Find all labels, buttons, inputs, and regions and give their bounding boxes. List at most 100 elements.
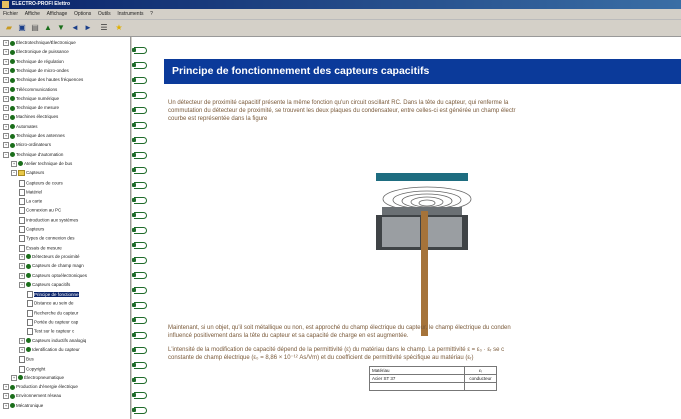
field-line (410, 196, 444, 208)
tree-item[interactable]: + Capteurs inductifs analogiq (19, 337, 86, 344)
tree-item[interactable]: − Capteurs (11, 170, 44, 177)
tree-item[interactable]: + Électropneumatique (11, 374, 64, 381)
menu-item[interactable]: Instruments (117, 11, 143, 17)
tree-item[interactable]: Matériel (19, 188, 42, 196)
tree-item-label: Test sur le capteur c (34, 328, 75, 334)
menu-item[interactable]: ? (150, 11, 153, 17)
expand-icon[interactable]: + (3, 402, 9, 409)
tree-item[interactable]: Introduction aux systèmes (19, 216, 78, 224)
expand-icon[interactable]: + (3, 393, 9, 400)
expand-icon[interactable]: + (3, 95, 9, 102)
tree-item[interactable]: + Production d'énergie électrique (3, 384, 78, 391)
print-icon[interactable]: ▤ (30, 23, 40, 33)
collapse-icon[interactable]: − (11, 170, 17, 177)
expand-icon[interactable]: + (19, 253, 25, 260)
expand-icon[interactable]: + (19, 346, 25, 353)
tree-item[interactable]: + Technique des antennes (3, 133, 65, 139)
expand-icon[interactable]: + (3, 40, 9, 46)
binder-ring-icon (132, 167, 147, 174)
expand-icon[interactable]: + (11, 160, 17, 167)
tree-item[interactable]: + Technique des hautes fréquences (3, 77, 83, 84)
page-icon (19, 356, 25, 364)
book-icon (10, 384, 15, 390)
tree-item[interactable]: + Détecteurs de proximité (19, 253, 80, 260)
title-bar: ELECTRO-PROFI Elettro (0, 0, 681, 9)
expand-icon[interactable]: + (3, 114, 9, 121)
binder-ring-icon (132, 287, 147, 294)
expand-icon[interactable]: + (3, 105, 9, 112)
expand-icon[interactable]: + (11, 374, 17, 381)
expand-icon[interactable]: + (19, 263, 25, 270)
menu-item[interactable]: Fichier (3, 11, 18, 17)
down-icon[interactable]: ▼ (56, 23, 66, 33)
collapse-icon[interactable]: − (3, 151, 9, 158)
list-icon[interactable]: ☰ (99, 23, 109, 33)
tree-item[interactable]: Bus (19, 356, 34, 364)
tree-item[interactable]: Types de connexion des (19, 235, 75, 243)
tree-item[interactable]: Connexion au PC (19, 207, 61, 215)
tree-item[interactable]: Test sur le capteur c (27, 328, 75, 336)
tree-item[interactable]: + Capteurs optoélectroniques (19, 272, 87, 279)
tree-item[interactable]: Recherche du capteur (27, 309, 78, 317)
tree-item[interactable]: + Technique numérique (3, 95, 59, 102)
navigation-tree[interactable]: + Électrotechnique/Électronique + Électroni… (0, 37, 131, 419)
menu-item[interactable]: Options (74, 11, 91, 17)
binder-ring-icon (132, 272, 147, 279)
menu-item[interactable]: Affiche (25, 11, 40, 17)
expand-icon[interactable]: + (3, 67, 9, 74)
tree-item[interactable]: Essais de mesure (19, 244, 62, 252)
tree-item[interactable]: + Mécatronique (3, 402, 43, 409)
expand-icon[interactable]: + (3, 384, 9, 391)
expand-icon[interactable]: + (19, 272, 25, 279)
tree-item[interactable]: − Capteurs capacitifs (19, 281, 70, 288)
tree-item[interactable]: Copyright (19, 365, 45, 373)
book-icon (10, 142, 15, 148)
tree-item[interactable]: + Technique de micro-ondes (3, 67, 69, 74)
binder-ring-icon (132, 227, 147, 234)
tree-item[interactable]: + Technique de régulation (3, 58, 64, 65)
save-icon[interactable]: ▣ (17, 23, 27, 33)
expand-icon[interactable]: + (3, 77, 9, 84)
tree-item[interactable]: + Capteurs de champ magn (19, 263, 84, 270)
forward-icon[interactable]: ► (83, 23, 93, 33)
expand-icon[interactable]: + (3, 142, 9, 149)
tree-item[interactable]: Portée du capteur cap (27, 319, 78, 326)
tree-item[interactable]: − Technique d'automation (3, 151, 63, 158)
tree-item[interactable]: + Électronique de puissance (3, 49, 69, 56)
tree-item[interactable]: + Technique de mesure (3, 105, 59, 112)
tree-item[interactable]: La carte (19, 198, 42, 206)
tree-item-label: Production d'énergie électrique (16, 384, 78, 390)
binder-ring-icon (132, 317, 147, 324)
expand-icon[interactable]: + (19, 337, 25, 344)
paragraph-2: Maintenant, si un objet, qu'il soit méta… (168, 324, 681, 340)
page-icon (19, 226, 25, 233)
star-icon[interactable]: ★ (114, 23, 124, 33)
collapse-icon[interactable]: − (19, 281, 25, 288)
tree-item[interactable]: + Atelier technique de bus (11, 160, 72, 167)
expand-icon[interactable]: + (3, 123, 9, 130)
tree-item[interactable]: + Identification du capteur (19, 346, 80, 353)
expand-icon[interactable]: + (3, 58, 9, 65)
folder-open-icon[interactable]: ▰ (4, 23, 14, 33)
book-icon (10, 87, 15, 92)
expand-icon[interactable]: + (3, 133, 9, 139)
tree-item[interactable]: Distance au sein de (27, 300, 74, 308)
tree-item[interactable]: + Micro-ordinateurs (3, 142, 51, 149)
expand-icon[interactable]: + (3, 49, 9, 56)
binder-ring-icon (132, 347, 147, 354)
page-icon (27, 291, 33, 299)
tree-item[interactable]: + Environnement réseau (3, 393, 61, 400)
tree-item[interactable]: + Automates (3, 123, 38, 130)
tree-item[interactable]: + Électrotechnique/Électronique (3, 40, 76, 46)
tree-item[interactable]: + Machines électriques (3, 114, 58, 121)
menu-item[interactable]: Outils (98, 11, 111, 17)
menu-item[interactable]: Affichage (47, 11, 68, 17)
tree-item[interactable]: Principe de fonctionne (27, 291, 79, 299)
tree-item[interactable]: + Télécommunications (3, 86, 57, 93)
page-icon (19, 365, 25, 373)
tree-item[interactable]: Capteurs de cours (19, 179, 63, 187)
expand-icon[interactable]: + (3, 86, 9, 93)
tree-item[interactable]: Capteurs (19, 226, 44, 233)
up-icon[interactable]: ▲ (43, 23, 53, 33)
back-icon[interactable]: ◄ (70, 23, 80, 33)
